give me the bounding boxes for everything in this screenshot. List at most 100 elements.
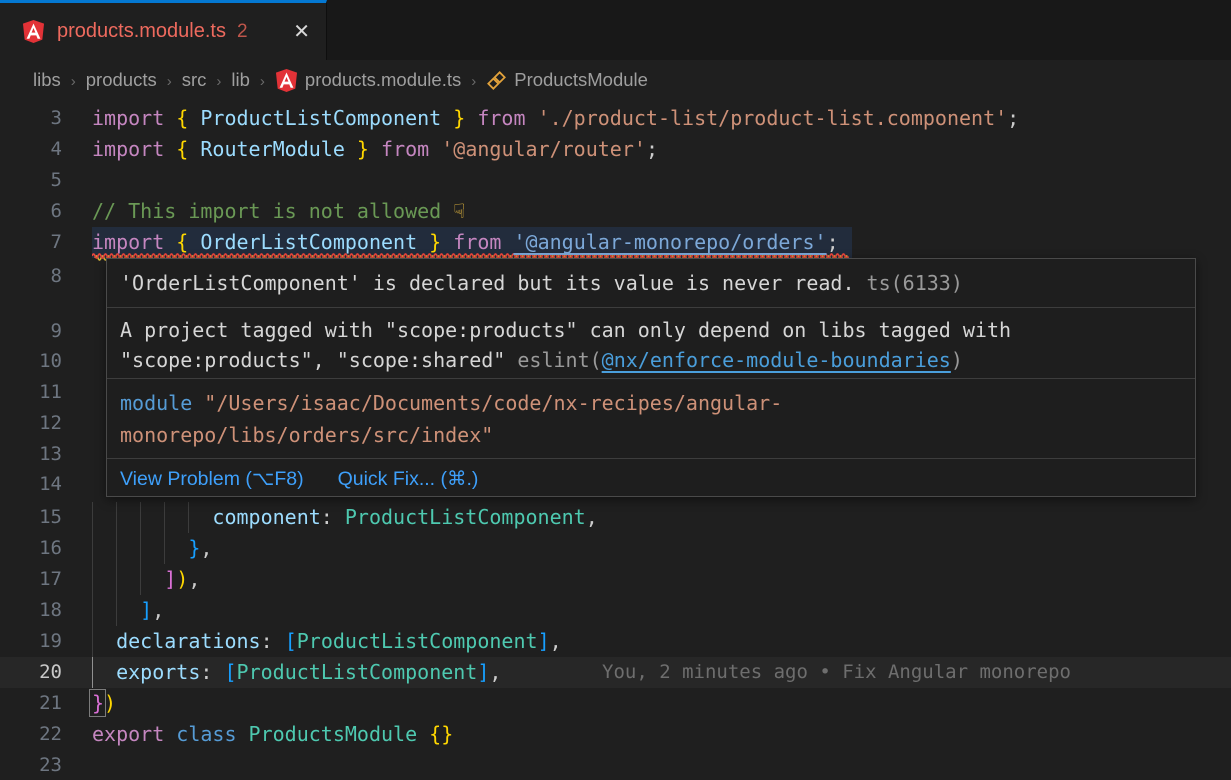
module-specifier-link[interactable]: '@angular-monorepo/orders' [513,230,826,254]
breadcrumb-label: ProductsModule [514,69,648,91]
angular-logo-icon [22,19,45,44]
code-line[interactable]: }, [92,533,212,564]
code-line[interactable]: import { OrderListComponent } from '@ang… [92,227,839,258]
code-token: '@angular/router' [441,137,646,161]
code-token: import [92,106,176,130]
tooltip-text-line: A project tagged with "scope:products" c… [120,315,1183,345]
code-token: : [321,505,345,529]
code-token: , [586,505,598,529]
breadcrumb-item-src[interactable]: src [182,69,207,91]
line-number[interactable]: 13 [0,439,62,470]
code-token: monorepo/libs/orders/src/index" [120,423,493,447]
code-token: { [176,106,200,130]
code-token: from [441,230,513,254]
code-token: ] [477,660,489,684]
code-line[interactable]: }) [92,688,116,719]
code-editor[interactable]: You, 2 minutes ago • Fix Angular monorep… [0,100,1231,780]
code-line[interactable]: declarations: [ProductListComponent], [92,626,562,657]
close-tab-icon[interactable]: ✕ [293,19,310,44]
quick-fix-button[interactable]: Quick Fix... (⌘.) [338,467,479,491]
code-token: , [200,536,212,560]
breadcrumb-label: products.module.ts [305,69,461,91]
breadcrumb-item-products-module-ts[interactable]: products.module.ts [275,68,461,93]
code-line[interactable]: ], [92,595,164,626]
code-token: : [261,629,285,653]
line-number[interactable]: 16 [0,533,62,564]
code-token: A project tagged with "scope:products" c… [120,318,1011,342]
code-token: "scope:products", "scope:shared" [120,348,517,372]
code-token: './product-list/product-list.component' [538,106,1008,130]
line-number[interactable]: 20 [0,657,62,688]
breadcrumb-label: libs [33,69,61,91]
code-line[interactable]: component: ProductListComponent, [92,502,598,533]
code-token: OrderListComponent [200,230,417,254]
tab-bar: products.module.ts 2 ✕ [0,0,1231,60]
tab-problems-badge: 2 [237,21,248,43]
vscode-window: products.module.ts 2 ✕ libs›products›src… [0,0,1231,780]
code-token: eslint( [517,348,601,372]
line-number[interactable]: 18 [0,595,62,626]
code-token: : [200,660,224,684]
code-token: , [188,567,200,591]
breadcrumb-separator-icon: › [471,73,476,90]
code-line[interactable]: import { RouterModule } from '@angular/r… [92,134,658,165]
code-line[interactable]: import { ProductListComponent } from './… [92,103,1019,134]
code-token: ProductListComponent [297,629,538,653]
code-token: ts(6133) [855,271,963,295]
line-number[interactable]: 23 [0,750,62,780]
line-number[interactable]: 9 [0,316,62,347]
line-number[interactable]: 8 [0,261,62,292]
code-line[interactable]: exports: [ProductListComponent], [92,657,501,688]
line-number[interactable]: 22 [0,719,62,750]
code-token: ☟ [453,199,465,223]
code-token: ProductListComponent [200,106,441,130]
angular-file-icon [22,19,45,44]
code-token: export [92,722,176,746]
line-number[interactable]: 12 [0,408,62,439]
line-number[interactable]: 10 [0,346,62,377]
breadcrumb-item-lib[interactable]: lib [231,69,250,91]
module-path-message: module "/Users/isaac/Documents/code/nx-r… [107,378,1195,458]
line-number[interactable]: 11 [0,377,62,408]
code-token: } [441,106,465,130]
line-number[interactable]: 17 [0,564,62,595]
code-token: from [465,106,537,130]
code-token: declarations [116,629,261,653]
code-token: } [345,137,369,161]
code-token: } [92,691,104,715]
code-token: ) [176,567,188,591]
view-problem-button[interactable]: View Problem (⌥F8) [120,467,304,491]
breadcrumb-item-libs[interactable]: libs [33,69,61,91]
line-number[interactable]: 4 [0,134,62,165]
code-token: { [176,137,200,161]
code-token: ProductsModule [249,722,430,746]
tab-products-module[interactable]: products.module.ts 2 ✕ [0,0,327,60]
code-token: [ [224,660,236,684]
code-token: ProductListComponent [345,505,586,529]
code-token: , [152,598,164,622]
line-number[interactable]: 3 [0,103,62,134]
code-token: ) [104,691,116,715]
code-line[interactable]: ]), [92,564,200,595]
code-line[interactable]: // This import is not allowed ☟ [92,196,465,227]
code-token: ProductListComponent [237,660,478,684]
code-token: import [92,137,176,161]
line-number[interactable]: 7 [0,227,62,258]
line-number[interactable]: 19 [0,626,62,657]
line-number[interactable]: 14 [0,469,62,500]
code-token [92,536,188,560]
code-token: "/Users/isaac/Documents/code/nx-recipes/… [192,391,782,415]
tooltip-text-line: monorepo/libs/orders/src/index" [120,419,1183,451]
code-token: class [176,722,248,746]
line-number[interactable]: 5 [0,165,62,196]
code-token [92,567,164,591]
breadcrumb-item-productsmodule[interactable]: ProductsModule [486,69,648,91]
breadcrumb-item-products[interactable]: products [86,69,157,91]
line-number[interactable]: 15 [0,502,62,533]
line-number[interactable]: 21 [0,688,62,719]
line-number[interactable]: 6 [0,196,62,227]
ts-diagnostic-message: 'OrderListComponent' is declared but its… [107,259,1195,307]
code-token: // This import is not allowed [92,199,453,223]
code-line[interactable]: export class ProductsModule {} [92,719,453,750]
eslint-rule-link[interactable]: @nx/enforce-module-boundaries [602,348,951,372]
